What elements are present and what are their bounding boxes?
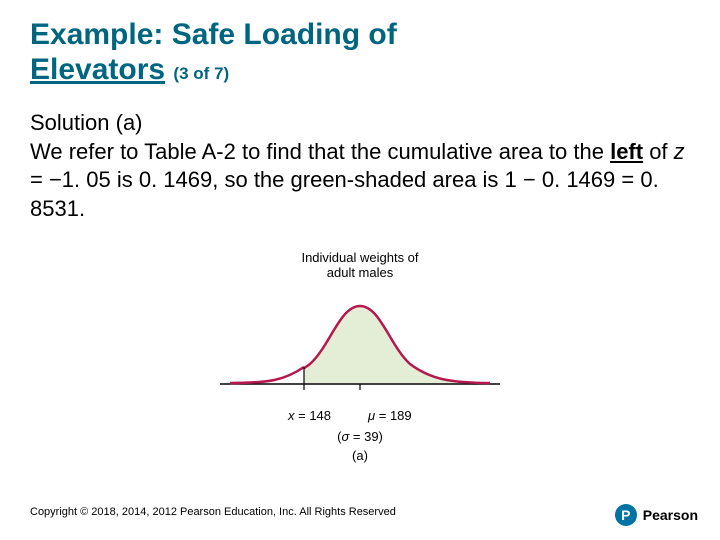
mu-label-val: = 189 <box>375 408 412 423</box>
solution-body: Solution (a) We refer to Table A-2 to fi… <box>30 109 690 223</box>
pearson-name: Pearson <box>643 507 698 523</box>
solution-t5: = −1. 05 is 0. 1469, so the green-shaded… <box>30 167 659 221</box>
sigma-val: = 39) <box>349 429 383 444</box>
solution-t2: left <box>610 139 643 164</box>
figure-part-label: (a) <box>30 448 690 463</box>
figure-caption-l1: Individual weights of <box>301 250 418 265</box>
x-label-val: = 148 <box>295 408 332 423</box>
slide-title: Example: Safe Loading of Elevators (3 of… <box>30 18 690 87</box>
solution-z: z <box>674 139 685 164</box>
title-line2-main: Elevators <box>30 53 165 86</box>
normal-curve-svg <box>210 284 510 404</box>
figure-caption-l2: adult males <box>327 265 393 280</box>
solution-paragraph: We refer to Table A-2 to find that the c… <box>30 138 690 224</box>
pearson-initial: P <box>621 507 630 523</box>
figure-sigma: (σ = 39) <box>30 429 690 444</box>
solution-t3: of <box>643 139 674 164</box>
figure-axis-labels: x = 148 μ = 189 <box>30 408 690 423</box>
figure-caption: Individual weights of adult males <box>30 251 690 280</box>
pearson-logo: P Pearson <box>615 504 698 526</box>
pearson-logo-icon: P <box>615 504 637 526</box>
copyright-footer: Copyright © 2018, 2014, 2012 Pearson Edu… <box>30 506 396 518</box>
title-line1: Example: Safe Loading of <box>30 18 397 51</box>
figure: Individual weights of adult males x = 14… <box>30 251 690 463</box>
solution-heading: Solution (a) <box>30 109 690 138</box>
solution-t1: We refer to Table A-2 to find that the c… <box>30 139 610 164</box>
title-line2-sub: (3 of 7) <box>173 64 229 83</box>
